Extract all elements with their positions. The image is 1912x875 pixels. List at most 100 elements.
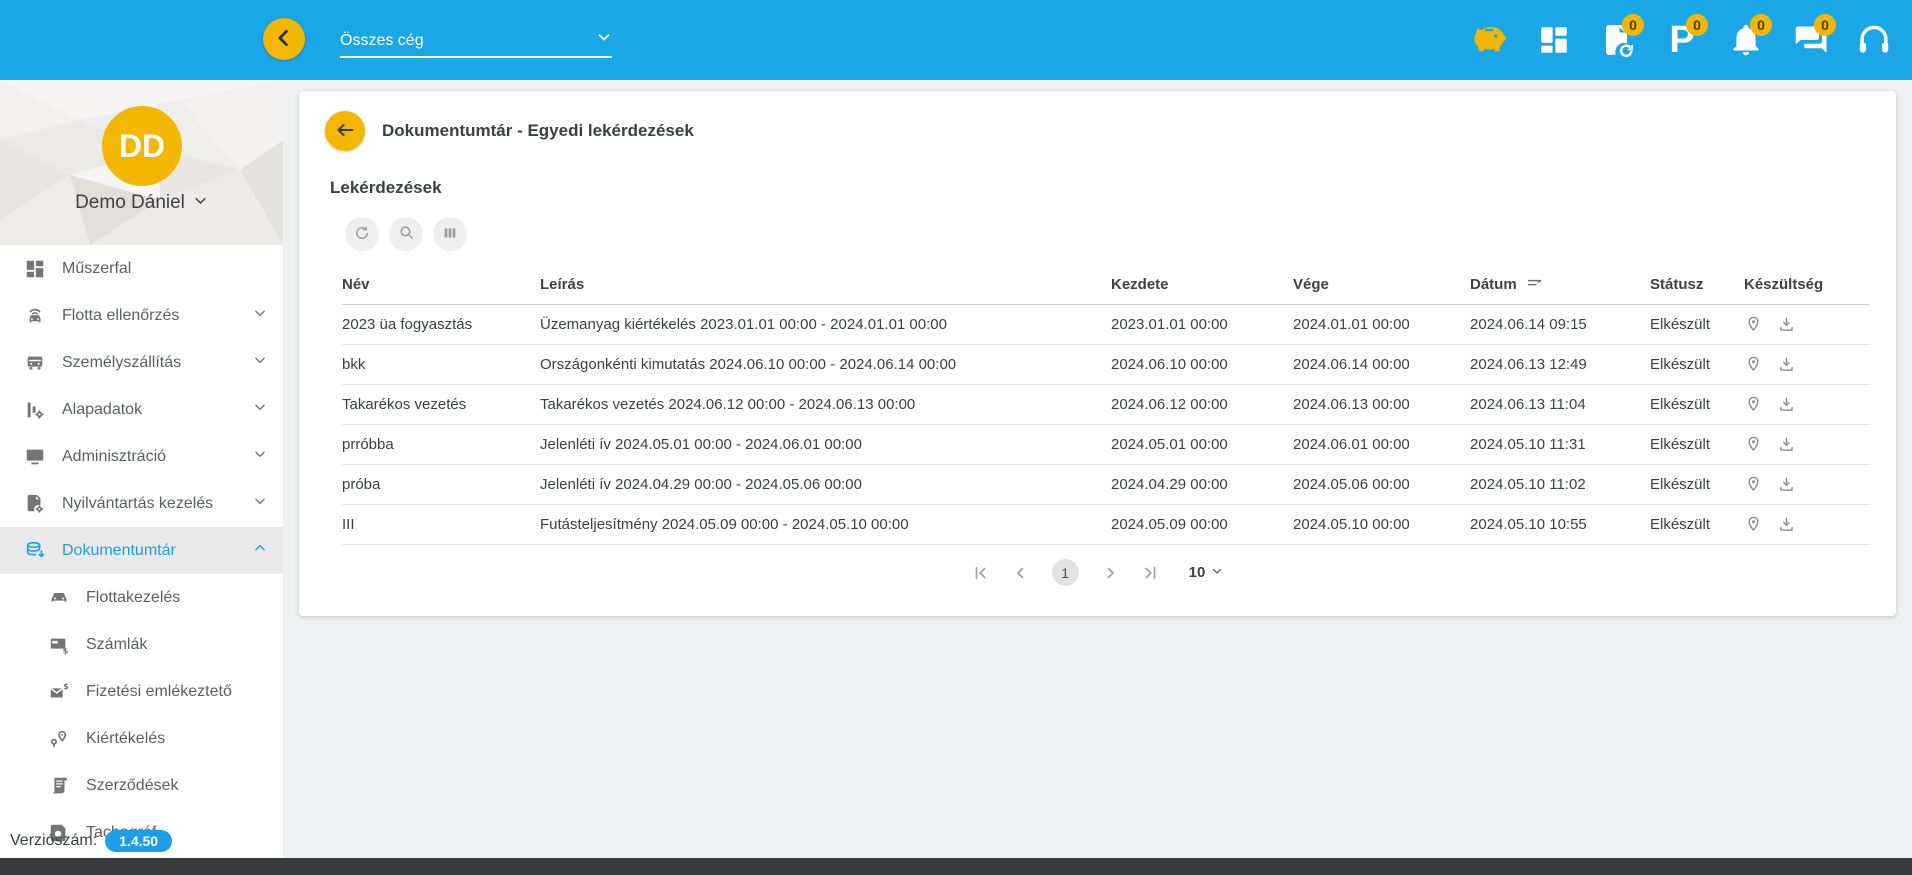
columns-button[interactable]	[433, 217, 467, 251]
arrow-left-icon	[334, 119, 356, 144]
cell-end: 2024.06.13 00:00	[1293, 396, 1470, 413]
map-pin-icon[interactable]	[1744, 515, 1763, 534]
section-title: Lekérdezések	[330, 178, 1896, 198]
column-header-nev[interactable]: Név	[342, 276, 540, 293]
sort-descending-icon	[1527, 276, 1543, 293]
sidebar-item-dokumentumtar[interactable]: Dokumentumtár	[0, 527, 283, 574]
column-header-vege[interactable]: Vége	[1293, 276, 1470, 293]
sidebar-item-flotta-ellenorzes[interactable]: Flotta ellenőrzés	[0, 292, 283, 339]
table-row[interactable]: próba Jelenléti ív 2024.04.29 00:00 - 20…	[342, 465, 1870, 505]
map-pin-icon[interactable]	[1744, 355, 1763, 374]
avatar: DD	[102, 106, 182, 186]
sidebar-subitem-fizetesi-emlekezteto[interactable]: $ Fizetési emlékeztető	[0, 668, 283, 715]
user-menu[interactable]: Demo Dániel	[0, 192, 283, 214]
back-button[interactable]	[325, 111, 365, 151]
cell-actions	[1744, 355, 1870, 374]
table-row[interactable]: prróbba Jelenléti ív 2024.05.01 00:00 - …	[342, 425, 1870, 465]
download-icon[interactable]	[1777, 395, 1796, 414]
svg-text:$: $	[63, 645, 69, 655]
cell-end: 2024.05.06 00:00	[1293, 476, 1470, 493]
download-icon[interactable]	[1777, 475, 1796, 494]
cell-date: 2024.05.10 11:31	[1470, 436, 1650, 453]
piggy-bank-icon[interactable]	[1466, 16, 1514, 64]
cell-description: Jelenléti ív 2024.05.01 00:00 - 2024.06.…	[540, 436, 1111, 453]
version-label: Verziószám:	[10, 832, 97, 850]
topbar: Összes cég 0 P 0 0 0	[0, 0, 1912, 80]
document-history-icon[interactable]: 0	[1594, 16, 1642, 64]
table-row[interactable]: bkk Országonkénti kimutatás 2024.06.10 0…	[342, 345, 1870, 385]
cell-actions	[1744, 515, 1870, 534]
car-icon	[48, 587, 70, 609]
sidebar-item-alapadatok[interactable]: Alapadatok	[0, 386, 283, 433]
download-icon[interactable]	[1777, 435, 1796, 454]
refresh-icon	[353, 224, 371, 245]
map-pin-icon[interactable]	[1744, 435, 1763, 454]
cell-name: 2023 üa fogyasztás	[342, 316, 540, 333]
sidebar-subitem-szamlak[interactable]: $ Számlák	[0, 621, 283, 668]
sidebar-subitem-kiertekeles[interactable]: Kiértékelés	[0, 715, 283, 762]
pagination: 1 10	[299, 559, 1896, 586]
cell-date: 2024.06.14 09:15	[1470, 316, 1650, 333]
table-row[interactable]: 2023 üa fogyasztás Üzemanyag kiértékelés…	[342, 305, 1870, 345]
sidebar-item-nyilvantartas-kezeles[interactable]: Nyilvántartás kezelés	[0, 480, 283, 527]
chevron-down-icon	[596, 29, 612, 50]
dashboard-icon	[24, 258, 46, 280]
column-header-leiras[interactable]: Leírás	[540, 276, 1111, 293]
company-selector[interactable]: Összes cég	[340, 24, 612, 58]
map-pin-icon[interactable]	[1744, 475, 1763, 494]
dashboard-grid-icon[interactable]	[1530, 16, 1578, 64]
column-header-datum[interactable]: Dátum	[1470, 276, 1650, 293]
cell-status: Elkészült	[1650, 396, 1744, 413]
parking-icon[interactable]: P 0	[1658, 16, 1706, 64]
cell-name: Takarékos vezetés	[342, 396, 540, 413]
notifications-bell-icon[interactable]: 0	[1722, 16, 1770, 64]
sidebar-item-muszerfal[interactable]: Műszerfal	[0, 245, 283, 292]
download-icon[interactable]	[1777, 315, 1796, 334]
map-pin-icon[interactable]	[1744, 395, 1763, 414]
page-number[interactable]: 1	[1052, 559, 1079, 586]
next-page-button[interactable]	[1101, 564, 1119, 582]
refresh-button[interactable]	[345, 217, 379, 251]
chevron-down-icon	[253, 306, 267, 325]
messages-icon[interactable]: 0	[1786, 16, 1834, 64]
sidebar-subitem-szerzodesek[interactable]: Szerződések	[0, 762, 283, 809]
table-row[interactable]: Takarékos vezetés Takarékos vezetés 2024…	[342, 385, 1870, 425]
column-header-statusz[interactable]: Státusz	[1650, 276, 1744, 293]
page-size-value: 10	[1189, 564, 1206, 581]
profile-section: DD Demo Dániel	[0, 80, 283, 245]
cell-start: 2024.06.10 00:00	[1111, 356, 1293, 373]
chevron-down-icon	[253, 400, 267, 419]
cell-status: Elkészült	[1650, 476, 1744, 493]
notifications-badge: 0	[1750, 14, 1772, 36]
route-pins-icon	[48, 728, 70, 750]
cell-end: 2024.06.14 00:00	[1293, 356, 1470, 373]
chevron-up-icon	[253, 541, 267, 560]
sidebar-subitem-flottakezeles[interactable]: Flottakezelés	[0, 574, 283, 621]
map-pin-icon[interactable]	[1744, 315, 1763, 334]
download-icon[interactable]	[1777, 355, 1796, 374]
cell-status: Elkészült	[1650, 436, 1744, 453]
queries-table: Név Leírás Kezdete Vége Dátum Státusz Ké…	[342, 265, 1870, 545]
chevron-down-icon	[253, 447, 267, 466]
last-page-button[interactable]	[1141, 564, 1159, 582]
version-row: Verziószám: 1.4.50	[10, 830, 172, 852]
support-headset-icon[interactable]	[1850, 16, 1898, 64]
cell-description: Takarékos vezetés 2024.06.12 00:00 - 202…	[540, 396, 1111, 413]
bus-icon	[24, 352, 46, 374]
table-header-row: Név Leírás Kezdete Vége Dátum Státusz Ké…	[342, 265, 1870, 305]
download-icon[interactable]	[1777, 515, 1796, 534]
sidebar-nav: Műszerfal Flotta ellenőrzés Személyszáll…	[0, 245, 283, 856]
sidebar-item-adminisztracio[interactable]: Adminisztráció	[0, 433, 283, 480]
search-button[interactable]	[389, 217, 423, 251]
chevron-down-icon	[1211, 564, 1223, 581]
sidebar-item-szemelyszallitas[interactable]: Személyszállítás	[0, 339, 283, 386]
table-row[interactable]: III Futásteljesítmény 2024.05.09 00:00 -…	[342, 505, 1870, 545]
cell-start: 2024.05.09 00:00	[1111, 516, 1293, 533]
column-header-kezdete[interactable]: Kezdete	[1111, 276, 1293, 293]
contract-icon	[48, 775, 70, 797]
page-size-selector[interactable]: 10	[1189, 564, 1224, 581]
previous-page-button[interactable]	[1012, 564, 1030, 582]
sidebar-collapse-button[interactable]	[263, 18, 305, 60]
first-page-button[interactable]	[972, 564, 990, 582]
cell-start: 2023.01.01 00:00	[1111, 316, 1293, 333]
